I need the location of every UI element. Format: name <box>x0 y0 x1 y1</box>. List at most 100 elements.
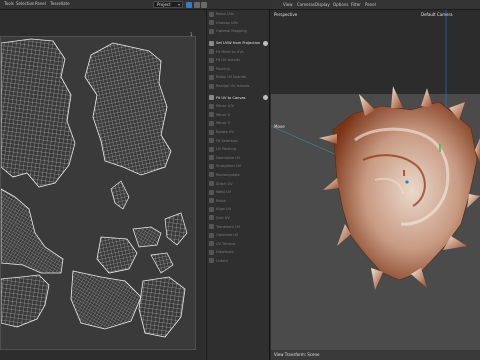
command-item[interactable]: Straighten UV <box>209 162 267 171</box>
command-label: Grid UV <box>216 215 230 220</box>
command-label: Align UV <box>216 207 232 212</box>
uv-editor-panel: 1 <box>0 10 207 360</box>
layout-icon[interactable] <box>186 2 192 8</box>
command-item[interactable]: Weld UV <box>209 188 267 197</box>
lock-icon[interactable] <box>194 2 200 8</box>
command-item[interactable]: Rotate UV <box>209 128 267 137</box>
command-item[interactable]: Fit UV to Canvas <box>209 93 268 102</box>
viewport-menu-cameras[interactable]: Cameras <box>297 2 315 7</box>
command-item[interactable]: Mirror U/V <box>209 102 267 111</box>
menu-tessellate[interactable]: Tessellate <box>50 1 70 6</box>
command-icon <box>209 172 214 178</box>
command-item[interactable]: Unfold <box>209 257 267 266</box>
command-label: Mirror U/V <box>216 104 235 109</box>
uv-island-bottom-center <box>70 270 142 330</box>
command-label: Distribute <box>216 250 234 255</box>
command-label: Relax UV Islands <box>216 75 246 80</box>
command-item[interactable]: Normalize UV <box>209 154 267 163</box>
command-item[interactable]: Optimize UV <box>209 231 267 240</box>
uv-island-middle <box>96 236 138 274</box>
command-icon <box>209 181 214 187</box>
command-item[interactable]: Align UV <box>209 205 267 214</box>
command-item[interactable]: Relax UV Islands <box>209 73 267 82</box>
command-icon <box>209 103 214 109</box>
command-icon <box>209 129 214 135</box>
command-label: UV Packing <box>216 147 237 152</box>
viewport-menu-panel[interactable]: Panel <box>365 2 376 7</box>
command-icon <box>209 138 214 144</box>
command-item[interactable]: Fit UV Islands <box>209 56 267 65</box>
command-icon <box>209 258 214 264</box>
command-item[interactable]: Realign UV Islands <box>209 82 267 91</box>
viewport-menu-filter[interactable]: Filter <box>351 2 361 7</box>
command-label: Realign UV Islands <box>216 84 250 89</box>
command-item[interactable]: Set UVW from Projection <box>209 39 268 48</box>
command-icon <box>209 224 214 230</box>
uv-island-bottom-right <box>138 276 186 338</box>
project-select-value: Project <box>157 2 171 7</box>
uv-canvas[interactable] <box>0 36 196 350</box>
project-select[interactable]: Project ▾ <box>153 1 183 8</box>
command-item[interactable]: Fit Mesh to UVs <box>209 47 267 56</box>
command-item[interactable]: Relax <box>209 196 267 205</box>
command-icon <box>209 57 214 63</box>
command-label: Optimize UV <box>216 233 239 238</box>
command-label: Rotate UV <box>216 130 234 135</box>
command-label: Mirror U <box>216 112 231 117</box>
command-item[interactable]: Distribute <box>209 248 267 257</box>
chevron-down-icon: ▾ <box>177 2 180 7</box>
command-item[interactable]: Optimal Mapping <box>209 27 267 36</box>
command-item[interactable]: Transform UV <box>209 222 267 231</box>
command-label: Fit Mesh to UVs <box>216 49 244 54</box>
command-icon <box>209 11 214 17</box>
command-label: Set UVW from Projection <box>216 41 261 46</box>
command-item[interactable]: Mirror U <box>209 111 267 120</box>
menu-panel[interactable]: Panel <box>35 1 46 6</box>
command-icon <box>209 155 214 161</box>
gear-icon[interactable] <box>263 95 268 101</box>
command-label: Transform UV <box>216 224 241 229</box>
uv-island-left-lower <box>1 188 64 274</box>
viewport-menu-display[interactable]: Display <box>315 2 330 7</box>
command-label: Straighten UV <box>216 164 242 169</box>
command-item[interactable]: Packing <box>209 65 267 74</box>
command-label: Mirror V <box>216 121 231 126</box>
command-item[interactable]: Grid UV <box>209 214 267 223</box>
command-icon <box>209 206 214 212</box>
menu-tools[interactable]: Tools <box>4 1 14 6</box>
perspective-viewport[interactable]: Perspective Default Camera Move View Tra… <box>271 10 480 360</box>
command-item[interactable]: Relax UVs <box>209 10 267 19</box>
viewport-menu-view[interactable]: View <box>283 2 293 7</box>
command-icon <box>209 112 214 118</box>
command-icon <box>209 189 214 195</box>
uv-islands <box>1 38 188 338</box>
command-item[interactable]: Unwrap UVs <box>209 19 267 28</box>
command-item[interactable]: Mirror V <box>209 119 267 128</box>
command-item[interactable]: UV Packing <box>209 145 267 154</box>
uv-island-bottom-left <box>1 274 50 328</box>
command-icon <box>209 163 214 169</box>
command-item[interactable]: Stitch UV <box>209 179 267 188</box>
viewport-menu-options[interactable]: Options <box>333 2 348 7</box>
command-item[interactable]: Rectangulate <box>209 171 267 180</box>
uv-island-fragment-2 <box>132 226 162 248</box>
command-icon <box>209 198 214 204</box>
uv-commands-panel: Relax UVs Unwrap UVs Optimal Mapping Set UV… <box>207 10 270 360</box>
gear-icon[interactable] <box>263 40 268 46</box>
shell-model[interactable] <box>271 10 480 360</box>
command-icon <box>209 74 214 80</box>
command-icon <box>209 66 214 72</box>
command-label: Normalize UV <box>216 155 241 160</box>
uv-island-fragment-3 <box>164 212 188 246</box>
command-item[interactable]: Fit Selection <box>209 136 267 145</box>
uv-island-fragment-4 <box>150 252 174 274</box>
viewport-menu-bar: View Cameras Display Options Filter Pane… <box>271 0 480 10</box>
command-item[interactable]: UV Terrace <box>209 239 267 248</box>
command-label: Unwrap UVs <box>216 20 238 25</box>
uv-island-fragment-1 <box>110 180 130 210</box>
command-icon <box>209 95 214 101</box>
command-label: Fit UV Islands <box>216 58 241 63</box>
grid-icon[interactable] <box>201 2 207 8</box>
menu-selection[interactable]: Selection <box>16 1 34 6</box>
command-icon <box>209 146 214 152</box>
